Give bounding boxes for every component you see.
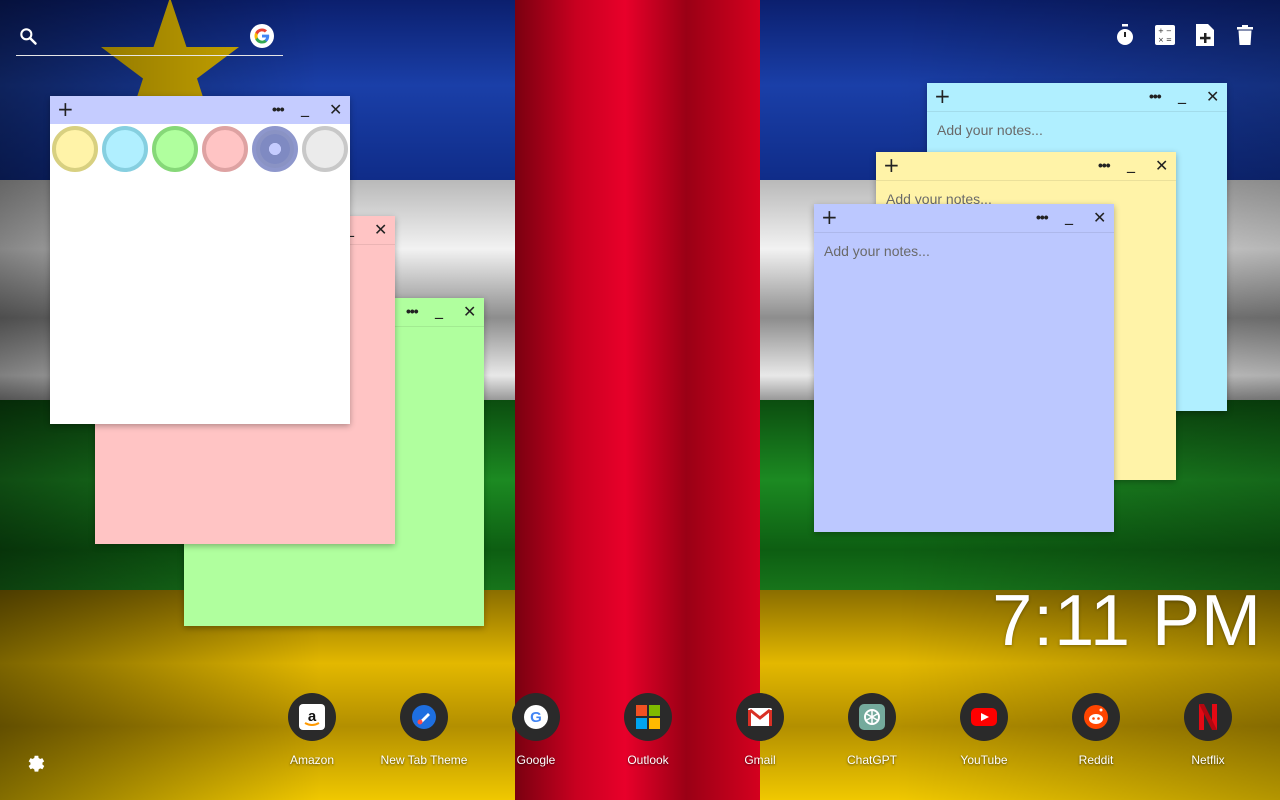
note-menu-button[interactable]: ••• [1098, 157, 1111, 173]
shortcut-label: Gmail [744, 753, 776, 767]
add-note-button[interactable]: + [821, 207, 838, 227]
add-note-button[interactable]: + [883, 155, 900, 175]
close-note-button[interactable]: ✕ [374, 220, 387, 239]
search-input[interactable] [50, 24, 250, 48]
shortcut-chatgpt[interactable]: ChatGPT [822, 693, 922, 767]
shortcut-label: YouTube [960, 753, 1008, 767]
shortcut-amazon[interactable]: a Amazon [262, 693, 362, 767]
shortcut-label: Reddit [1078, 753, 1114, 767]
google-icon: G [512, 693, 560, 741]
chatgpt-icon [848, 693, 896, 741]
new-note-icon[interactable] [1194, 24, 1216, 46]
search-bar [16, 18, 283, 56]
note-textarea[interactable] [824, 243, 1104, 522]
shortcut-label: Amazon [289, 753, 335, 767]
shortcut-youtube[interactable]: YouTube [934, 693, 1034, 767]
timer-icon[interactable] [1114, 24, 1136, 46]
amazon-icon: a [288, 693, 336, 741]
microsoft-icon [624, 693, 672, 741]
svg-text:a: a [308, 708, 317, 725]
calculator-icon[interactable]: + − × = [1154, 24, 1176, 46]
shortcut-reddit[interactable]: Reddit [1046, 693, 1146, 767]
toolbar: + − × = [1114, 24, 1256, 46]
google-search-icon[interactable] [250, 24, 274, 48]
svg-text:G: G [530, 709, 542, 726]
shortcut-netflix[interactable]: Netflix [1158, 693, 1258, 767]
close-note-button[interactable]: ✕ [1206, 87, 1219, 106]
clock: 7:11 PM [992, 581, 1262, 661]
shortcut-label: New Tab Theme [380, 753, 468, 767]
close-note-button[interactable]: ✕ [329, 100, 342, 119]
youtube-icon [960, 693, 1008, 741]
color-swatch-pink[interactable] [202, 126, 248, 172]
shortcut-label: ChatGPT [846, 753, 897, 767]
minimize-note-button[interactable]: _ [301, 98, 309, 117]
minimize-note-button[interactable]: _ [435, 300, 443, 319]
svg-text:−: − [1166, 27, 1172, 35]
note-menu-button[interactable]: ••• [1036, 209, 1049, 225]
search-icon[interactable] [18, 26, 38, 46]
shortcut-gmail[interactable]: Gmail [710, 693, 810, 767]
shortcut-google[interactable]: G Google [486, 693, 586, 767]
note-body [814, 232, 1114, 532]
close-note-button[interactable]: ✕ [463, 302, 476, 321]
note-menu-button[interactable]: ••• [272, 101, 285, 117]
gmail-icon [736, 693, 784, 741]
shortcut-bar: a Amazon New Tab Theme G Google Outlook … [272, 693, 1272, 783]
svg-text:×: × [1158, 36, 1164, 44]
svg-text:+: + [1158, 27, 1164, 35]
color-swatch-yellow[interactable] [52, 126, 98, 172]
new-tab-theme-icon [400, 693, 448, 741]
sticky-note-white[interactable]: + ••• _ ✕ [50, 96, 350, 424]
note-titlebar[interactable]: + ••• _ ✕ [50, 96, 350, 124]
note-titlebar[interactable]: + ••• _ ✕ [876, 152, 1176, 180]
reddit-icon [1072, 693, 1120, 741]
minimize-note-button[interactable]: _ [1178, 85, 1186, 104]
color-swatch-cyan[interactable] [102, 126, 148, 172]
note-menu-button[interactable]: ••• [1149, 88, 1162, 104]
shortcut-label: Netflix [1191, 753, 1225, 767]
note-menu-button[interactable]: ••• [406, 303, 419, 319]
shortcut-label: Google [516, 753, 556, 767]
sticky-note-blue[interactable]: + ••• _ ✕ [814, 204, 1114, 532]
add-note-button[interactable]: + [57, 99, 74, 119]
color-picker [52, 126, 348, 172]
close-note-button[interactable]: ✕ [1155, 156, 1168, 175]
shortcut-outlook[interactable]: Outlook [598, 693, 698, 767]
trash-icon[interactable] [1234, 24, 1256, 46]
note-titlebar[interactable]: + ••• _ ✕ [927, 83, 1227, 111]
shortcut-label: Outlook [627, 753, 669, 767]
svg-text:=: = [1166, 36, 1172, 44]
gear-icon[interactable] [25, 753, 47, 775]
note-titlebar[interactable]: + ••• _ ✕ [814, 204, 1114, 232]
close-note-button[interactable]: ✕ [1093, 208, 1106, 227]
color-swatch-blue-selected[interactable] [252, 126, 298, 172]
shortcut-new-tab-theme[interactable]: New Tab Theme [374, 693, 474, 767]
netflix-icon [1184, 693, 1232, 741]
color-swatch-green[interactable] [152, 126, 198, 172]
minimize-note-button[interactable]: _ [1065, 206, 1073, 225]
add-note-button[interactable]: + [934, 86, 951, 106]
minimize-note-button[interactable]: _ [1127, 154, 1135, 173]
color-swatch-gray[interactable] [302, 126, 348, 172]
